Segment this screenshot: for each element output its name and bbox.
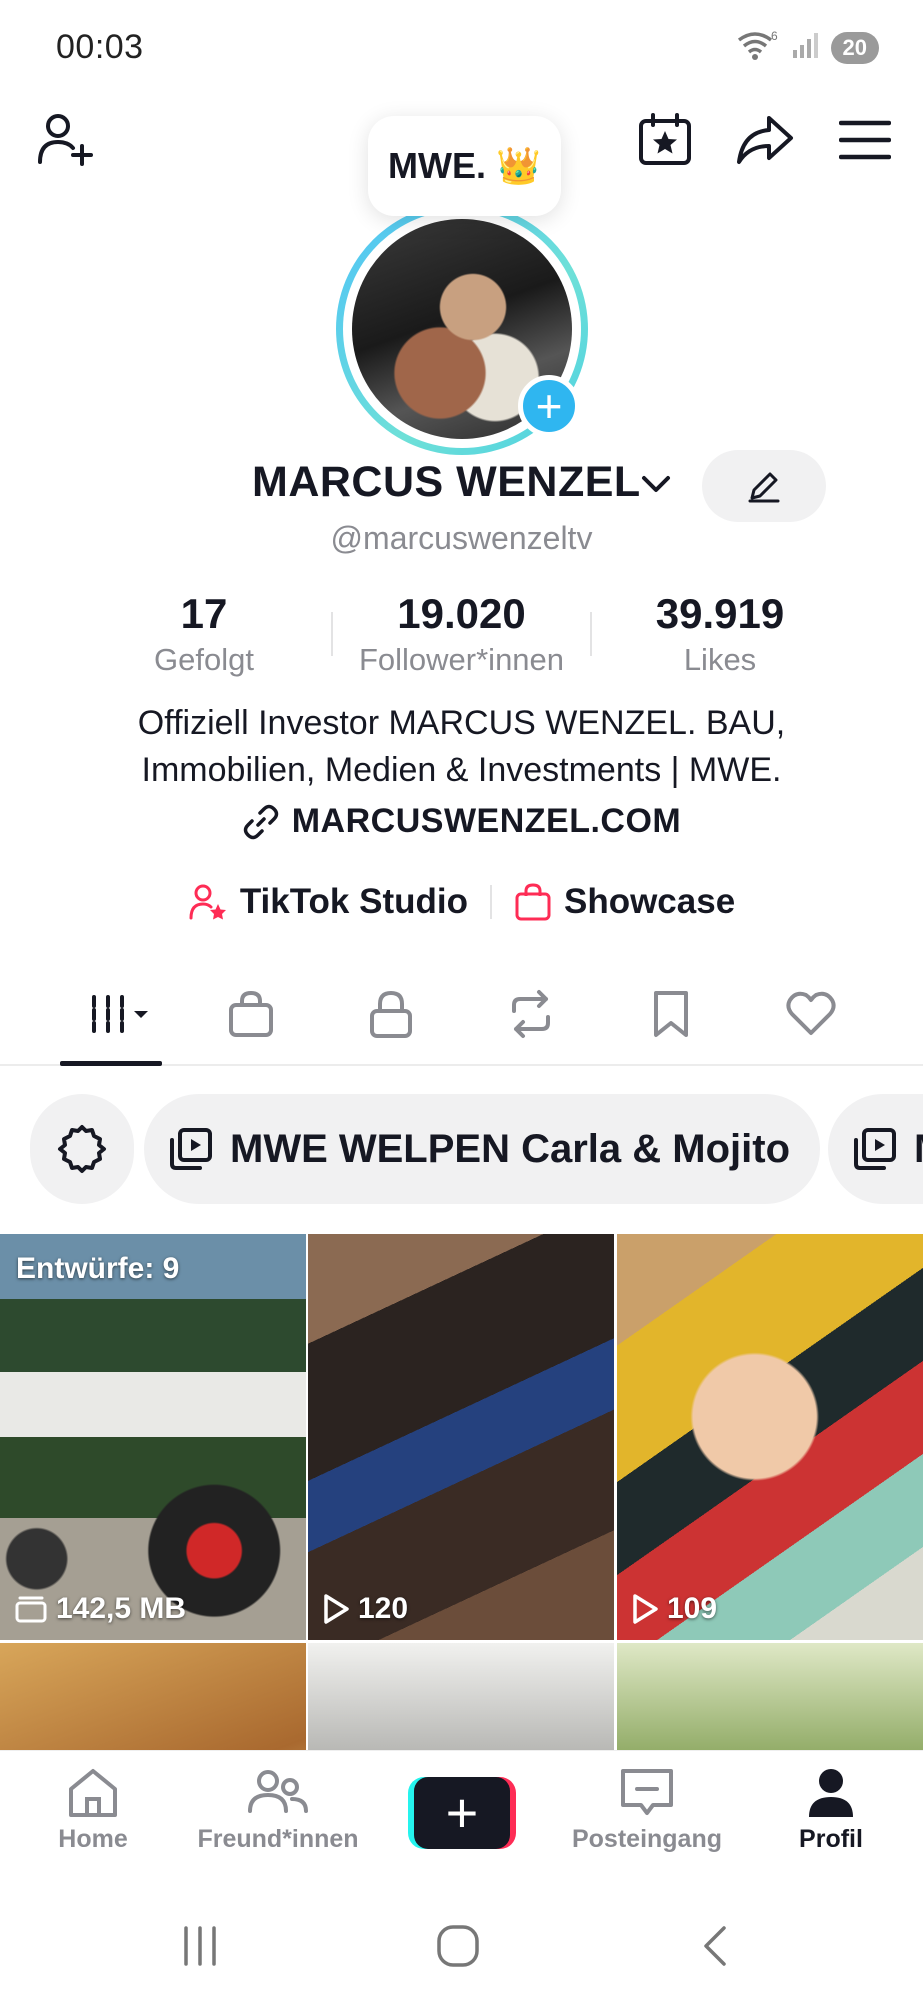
plus-icon: + — [535, 380, 563, 432]
create-button[interactable]: + — [408, 1777, 516, 1849]
profile-note-bubble[interactable]: MWE. 👑 — [368, 116, 561, 216]
video-grid-icon — [92, 995, 148, 1033]
active-tab-indicator — [60, 1061, 162, 1066]
display-name[interactable]: MARCUS WENZEL — [252, 458, 641, 507]
add-friend-button[interactable] — [34, 108, 98, 172]
stat-likes[interactable]: 39.919 Likes — [620, 590, 820, 678]
collections-row: MWE WELPEN Carla & Mojito M — [0, 1092, 923, 1206]
lock-icon — [370, 990, 412, 1038]
profile-link[interactable]: MARCUSWENZEL.COM — [0, 802, 923, 841]
video-tile[interactable] — [617, 1643, 923, 1750]
recent-apps-button[interactable] — [170, 1916, 230, 1976]
battery-indicator: 20 — [830, 31, 879, 64]
link-icon — [243, 804, 278, 839]
profile-icon — [809, 1769, 853, 1817]
friends-icon — [248, 1770, 308, 1813]
calendar-star-icon — [639, 113, 691, 165]
home-icon — [69, 1769, 117, 1817]
drafts-icon — [15, 1596, 47, 1623]
nav-friends[interactable]: Freund*innen — [190, 1765, 366, 1854]
menu-button[interactable] — [833, 108, 897, 172]
profile-avatar[interactable]: + — [336, 203, 588, 455]
status-icons: 6 20 — [735, 28, 879, 67]
nav-inbox[interactable]: Posteingang — [562, 1765, 732, 1854]
share-icon — [737, 116, 793, 164]
status-bar: 00:03 6 20 — [0, 0, 923, 96]
tab-private[interactable] — [351, 982, 431, 1046]
collection-chip[interactable]: MWE WELPEN Carla & Mojito — [144, 1094, 820, 1204]
pencil-icon — [748, 472, 780, 503]
stat-followers[interactable]: 19.020 Follower*innen — [340, 590, 583, 678]
share-profile-button[interactable] — [733, 108, 797, 172]
collection-chip[interactable]: M — [828, 1094, 923, 1204]
playlist-icon — [854, 1128, 896, 1170]
status-time: 00:03 — [56, 28, 144, 66]
back-button[interactable] — [686, 1916, 746, 1976]
edit-profile-button[interactable] — [702, 450, 826, 522]
nav-profile[interactable]: Profil — [786, 1765, 876, 1854]
collections-settings-button[interactable] — [30, 1094, 134, 1204]
stat-following[interactable]: 17 Gefolgt — [138, 590, 270, 678]
inbox-icon — [621, 1769, 673, 1815]
back-chevron-icon — [704, 1926, 726, 1966]
recent-apps-icon — [184, 1926, 216, 1966]
video-tile[interactable]: 120 — [308, 1234, 614, 1640]
tab-shop[interactable] — [211, 982, 291, 1046]
video-grid: Entwürfe: 9 142,5 MB 120 109 — [0, 1234, 923, 1750]
play-icon — [324, 1594, 349, 1624]
svg-text:6: 6 — [771, 29, 778, 43]
tool-divider — [489, 885, 492, 919]
plus-icon: + — [445, 1781, 479, 1844]
hamburger-menu-icon — [839, 120, 891, 160]
profile-bio: Offiziell Investor MARCUS WENZEL. BAU, I… — [137, 704, 786, 789]
home-circle-icon — [437, 1925, 479, 1967]
play-icon — [633, 1594, 658, 1624]
drafts-tile[interactable]: Entwürfe: 9 142,5 MB — [0, 1234, 306, 1640]
bookmark-icon — [654, 991, 688, 1037]
wifi-icon: 6 — [735, 28, 781, 67]
add-user-icon — [38, 114, 93, 166]
account-switch-chevron[interactable] — [638, 466, 674, 502]
profile-stats: 17 Gefolgt 19.020 Follower*innen 39.919 … — [0, 590, 923, 690]
bottom-navigation: Home Freund*innen + Posteingang Profil — [0, 1750, 923, 1870]
calendar-star-button[interactable] — [633, 108, 697, 172]
stat-divider — [331, 612, 333, 656]
gear-icon — [58, 1125, 106, 1173]
tab-videos[interactable] — [70, 982, 166, 1046]
stat-divider — [590, 612, 592, 656]
system-navigation-bar — [0, 1880, 923, 2000]
showcase-button[interactable]: Showcase — [514, 882, 735, 922]
username: @marcuswenzeltv — [330, 520, 593, 556]
signal-icon — [791, 30, 821, 65]
nav-home[interactable]: Home — [48, 1765, 138, 1854]
home-system-button[interactable] — [428, 1916, 488, 1976]
shopping-bag-icon — [229, 990, 273, 1037]
heart-icon — [786, 991, 836, 1035]
video-tile[interactable] — [308, 1643, 614, 1750]
tiktok-studio-button[interactable]: TikTok Studio — [188, 882, 468, 922]
shopping-bag-icon — [515, 883, 551, 921]
video-tile[interactable]: 109 — [617, 1234, 923, 1640]
video-tile[interactable] — [0, 1643, 306, 1750]
creator-star-icon — [189, 884, 226, 920]
playlist-icon — [170, 1128, 212, 1170]
repost-icon — [512, 990, 550, 1038]
profile-tabs — [0, 972, 923, 1066]
add-story-button[interactable]: + — [518, 375, 580, 437]
tab-favorites[interactable] — [631, 982, 711, 1046]
tab-reposts[interactable] — [491, 982, 571, 1046]
tab-liked[interactable] — [771, 982, 851, 1046]
chevron-down-icon — [642, 476, 670, 492]
